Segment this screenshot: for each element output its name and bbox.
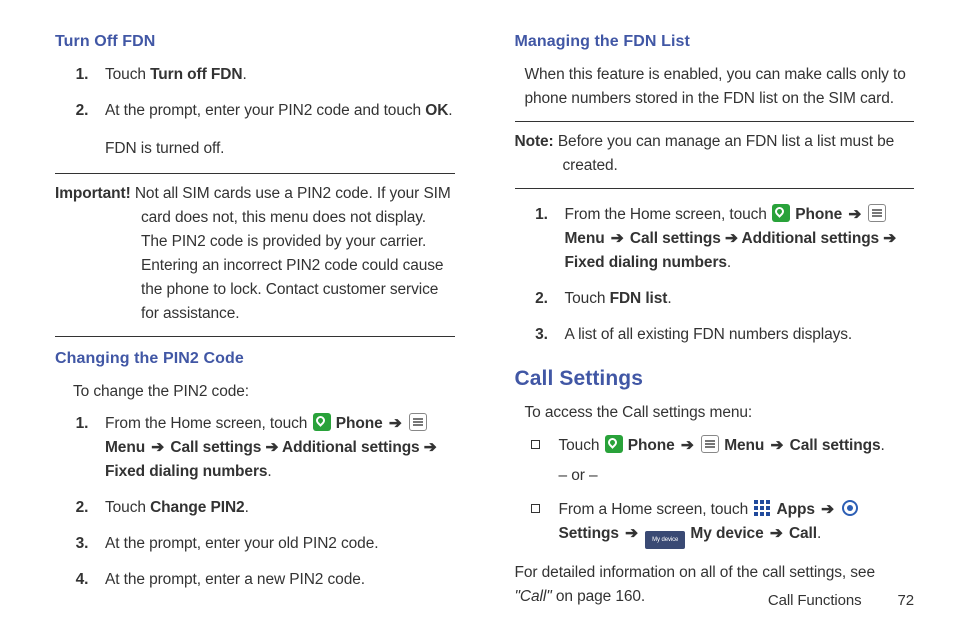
arrow-icon: ➔ [769,437,786,454]
arrow-icon: ➔ [768,525,785,542]
reference: "Call" [515,588,552,605]
phone-icon [313,413,331,431]
text: From a Home screen, touch [559,501,753,518]
note-callout: Note: Before you can manage an FDN list … [515,130,915,178]
step: At the prompt, enter a new PIN2 code. [101,568,455,592]
menu-icon [701,435,719,453]
step: At the prompt, enter your old PIN2 code. [101,532,455,556]
text: . [880,437,884,454]
bullet: From a Home screen, touch Apps ➔ Setting… [531,498,915,549]
text: . [245,499,249,516]
bold: Menu [724,437,764,454]
arrow-icon: ➔ [819,501,836,518]
arrow-icon: ➔ [623,525,640,542]
rule [55,173,455,174]
callout-text: Important! Not all SIM cards use a PIN2 … [55,182,455,326]
text: Touch [105,66,150,83]
callout-body: Before you can manage an FDN list a list… [558,133,894,174]
step: Touch Turn off FDN. [101,63,455,87]
menu-icon [868,204,886,222]
text: Touch [105,499,150,516]
bullets-call-settings: Touch Phone ➔ Menu ➔ Call settings. – or… [531,434,915,549]
text: . [242,66,246,83]
bold: My device [690,525,763,542]
step: From the Home screen, touch Phone ➔ Menu… [561,203,915,275]
apps-icon [753,499,771,517]
arrow-icon: ➔ [679,437,696,454]
bold: OK [425,102,448,119]
heading-change-pin2: Changing the PIN2 Code [55,347,455,372]
text: Touch [559,437,604,454]
left-column: Turn Off FDN Touch Turn off FDN. At the … [55,30,455,609]
right-column: Managing the FDN List When this feature … [515,30,915,609]
intro-text: To change the PIN2 code: [73,380,455,404]
menu-icon [409,413,427,431]
text: . [727,254,731,271]
arrow-icon: ➔ [609,230,626,247]
text: At the prompt, enter your PIN2 code and … [105,102,425,119]
text: Touch [565,290,610,307]
intro-text: When this feature is enabled, you can ma… [525,63,915,111]
gear-icon [841,499,859,517]
arrow-icon: ➔ [846,206,863,223]
footer-section: Call Functions [768,592,862,609]
rule [515,121,915,122]
callout-body: Not all SIM cards use a PIN2 code. If yo… [135,185,451,322]
text: . [667,290,671,307]
step: Touch FDN list. [561,287,915,311]
bold: Apps [777,501,815,518]
page-footer: Call Functions 72 [768,589,914,612]
text: From the Home screen, touch [565,206,772,223]
step: A list of all existing FDN numbers displ… [561,323,915,347]
bold: Menu [105,439,145,456]
step: Touch Change PIN2. [101,496,455,520]
arrow-icon: ➔ [149,439,166,456]
footer-page: 72 [898,592,915,609]
phone-icon [772,204,790,222]
bold: Phone [795,206,842,223]
my-device-icon [645,531,685,549]
text: . [817,525,821,542]
heading-turn-off-fdn: Turn Off FDN [55,30,455,55]
rule [515,188,915,189]
callout-text: Note: Before you can manage an FDN list … [515,130,915,178]
bold: Turn off FDN [150,66,242,83]
text: From the Home screen, touch [105,415,312,432]
steps-change-pin2: From the Home screen, touch Phone ➔ Menu… [55,412,455,592]
step: From the Home screen, touch Phone ➔ Menu… [101,412,455,484]
page-body: Turn Off FDN Touch Turn off FDN. At the … [0,0,954,609]
callout-label: Important! [55,185,135,202]
callout-label: Note: [515,133,558,150]
bold: FDN list [610,290,668,307]
text: on page 160. [552,588,646,605]
bold: Change PIN2 [150,499,245,516]
arrow-icon: ➔ [387,415,404,432]
or-text: – or – [559,464,915,488]
intro-text: To access the Call settings menu: [525,401,915,425]
rule [55,336,455,337]
text: . [267,463,271,480]
step-result: FDN is turned off. [105,137,455,161]
bold: Settings [559,525,619,542]
step: At the prompt, enter your PIN2 code and … [101,99,455,161]
bold: Call settings [785,437,880,454]
text: For detailed information on all of the c… [515,564,875,581]
bold: Phone [336,415,383,432]
bold: Call [789,525,817,542]
text: . [448,102,452,119]
heading-managing-fdn: Managing the FDN List [515,30,915,55]
steps-manage-fdn: From the Home screen, touch Phone ➔ Menu… [515,203,915,347]
important-callout: Important! Not all SIM cards use a PIN2 … [55,182,455,326]
bullet: Touch Phone ➔ Menu ➔ Call settings. – or… [531,434,915,488]
heading-call-settings: Call Settings [515,363,915,396]
bold: Phone [628,437,675,454]
steps-turn-off-fdn: Touch Turn off FDN. At the prompt, enter… [55,63,455,161]
bold: Menu [565,230,605,247]
phone-icon [605,435,623,453]
